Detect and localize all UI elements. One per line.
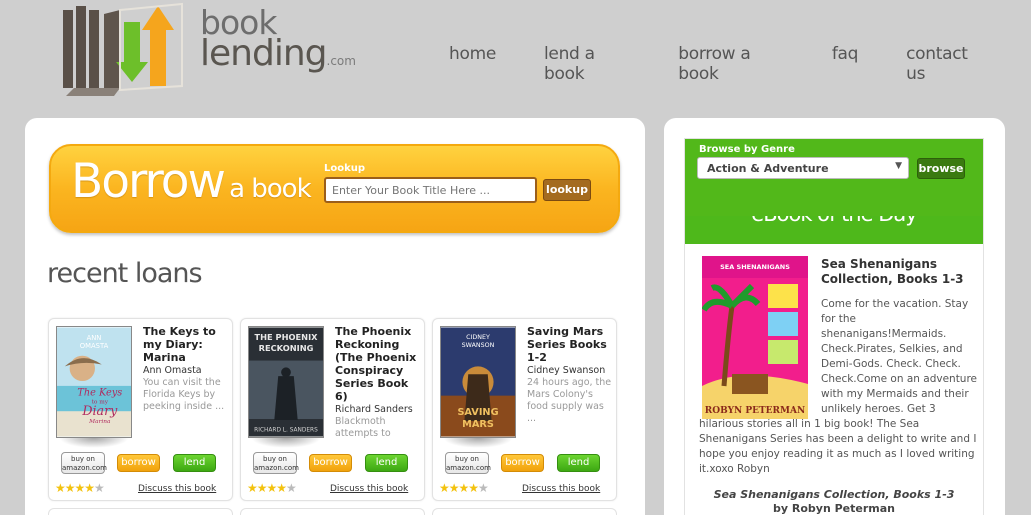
svg-text:Diary: Diary [81,403,118,418]
svg-text:SWANSON: SWANSON [462,342,495,349]
discuss-link[interactable]: Discuss this book [522,484,600,494]
logo-word-lending: lending [200,33,327,74]
nav-lend-a-book[interactable]: lend a book [544,44,630,84]
book-cover-image[interactable]: THE PHOENIX RECKONING RICHARD L. SANDERS [248,326,324,438]
svg-text:SEA SHENANIGANS: SEA SHENANIGANS [720,263,790,271]
sidebar-inner: eBook of the Day Browse by Genre Action … [684,138,984,515]
main-nav: home lend a book borrow a book faq conta… [449,44,1031,84]
main-panel: Borrow a book Lookup lookup recent loans… [25,118,645,515]
logo-wordmark: book lending.com [200,6,356,72]
nav-contact-us[interactable]: contact us [906,44,983,84]
genre-browser: Browse by Genre Action & Adventure ▼ bro… [685,139,983,216]
book-card [432,508,617,515]
svg-text:Marina: Marina [88,419,111,425]
featured-book-footer-author: by Robyn Peterman [773,502,895,515]
svg-text:SAVING: SAVING [457,407,498,418]
svg-text:RICHARD L. SANDERS: RICHARD L. SANDERS [254,428,318,434]
recent-loans-heading: recent loans [47,258,203,289]
discuss-link[interactable]: Discuss this book [138,484,216,494]
book-card [240,508,425,515]
book-description: 24 hours ago, the Mars Colony's food sup… [527,377,612,424]
featured-book-title[interactable]: Sea Shenanigans Collection, Books 1-3 [821,257,971,287]
genre-label: Browse by Genre [699,144,795,155]
borrow-button[interactable]: borrow [501,454,544,472]
logo-suffix: .com [326,54,356,68]
svg-text:ANN: ANN [87,334,102,342]
book-actions: buy on amazon.com borrow lend [253,452,418,474]
site-logo[interactable]: book lending.com [60,0,356,100]
amazon-label-line2: amazon.com [62,464,107,472]
nav-home[interactable]: home [449,44,496,84]
svg-text:MARS: MARS [462,419,494,430]
amazon-label-line1: buy on [263,455,287,463]
borrow-lookup-bar: Borrow a book Lookup lookup [49,144,620,233]
genre-select[interactable]: Action & Adventure ▼ [697,157,909,179]
discuss-link[interactable]: Discuss this book [330,484,408,494]
svg-text:The Keys: The Keys [77,388,122,399]
book-info: The Phoenix Reckoning (The Phoenix Consp… [335,325,421,440]
nav-borrow-a-book[interactable]: borrow a book [678,44,784,84]
buy-on-amazon-button[interactable]: buy on amazon.com [253,452,299,474]
amazon-label-line1: buy on [71,455,95,463]
book-card: ANN OMASTA The Keys to my Diary Marina T… [48,318,233,501]
buy-on-amazon-button[interactable]: buy on amazon.com [445,452,491,474]
borrow-button[interactable]: borrow [309,454,352,472]
book-author: Cidney Swanson [527,365,606,376]
cover-shadow [59,438,129,448]
book-author: Richard Sanders [335,404,413,415]
buy-on-amazon-button[interactable]: buy on amazon.com [61,452,107,474]
amazon-label-line2: amazon.com [254,464,299,472]
book-title[interactable]: The Phoenix Reckoning (The Phoenix Consp… [335,325,416,403]
borrow-title: Borrow a book [71,154,312,209]
genre-selected-value: Action & Adventure [707,162,829,175]
sidebar-panel: eBook of the Day Browse by Genre Action … [664,118,1005,515]
featured-book-footer-title: Sea Shenanigans Collection, Books 1-3 [713,488,955,501]
star-rating: ★★★★★ [247,481,297,495]
lookup-label: Lookup [324,163,366,174]
star-rating: ★★★★★ [55,481,105,495]
cover-shadow [251,438,321,448]
book-card [48,508,233,515]
nav-faq[interactable]: faq [832,44,859,84]
borrow-button[interactable]: borrow [117,454,160,472]
book-cover-image[interactable]: CIDNEY SWANSON SAVING MARS [440,326,516,438]
book-card: THE PHOENIX RECKONING RICHARD L. SANDERS… [240,318,425,501]
book-description: You can visit the Florida Keys by peekin… [143,377,225,412]
amazon-label-line1: buy on [455,455,479,463]
cover-shadow [443,438,513,448]
borrow-title-big: Borrow [71,154,226,209]
borrow-title-small: a book [229,174,312,204]
lookup-input[interactable] [324,177,537,203]
svg-text:CIDNEY: CIDNEY [466,334,490,341]
book-actions: buy on amazon.com borrow lend [445,452,610,474]
book-author: Ann Omasta [143,365,202,376]
book-title[interactable]: The Keys to my Diary: Marina [143,325,216,364]
svg-text:OMASTA: OMASTA [80,342,109,350]
book-description: Blackmoth attempts to [335,416,391,439]
book-actions: buy on amazon.com borrow lend [61,452,226,474]
book-info: Saving Mars Series Books 1-2 Cidney Swan… [527,325,613,425]
book-info: The Keys to my Diary: Marina Ann Omasta … [143,325,229,413]
book-title[interactable]: Saving Mars Series Books 1-2 [527,325,607,364]
svg-text:RECKONING: RECKONING [259,343,314,353]
dropdown-arrow-icon: ▼ [895,161,902,171]
book-card: CIDNEY SWANSON SAVING MARS Saving Mars S… [432,318,617,501]
svg-text:THE PHOENIX: THE PHOENIX [254,332,318,342]
book-cover-image[interactable]: ANN OMASTA The Keys to my Diary Marina [56,326,132,438]
lookup-button[interactable]: lookup [543,179,591,201]
lend-button[interactable]: lend [365,454,408,472]
browse-button[interactable]: browse [917,158,965,179]
lend-button[interactable]: lend [557,454,600,472]
amazon-label-line2: amazon.com [446,464,491,472]
featured-book-description: Come for the vacation. Stay for the shen… [699,297,981,477]
book-logo-icon [63,2,183,96]
lend-button[interactable]: lend [173,454,216,472]
star-rating: ★★★★★ [439,481,489,495]
